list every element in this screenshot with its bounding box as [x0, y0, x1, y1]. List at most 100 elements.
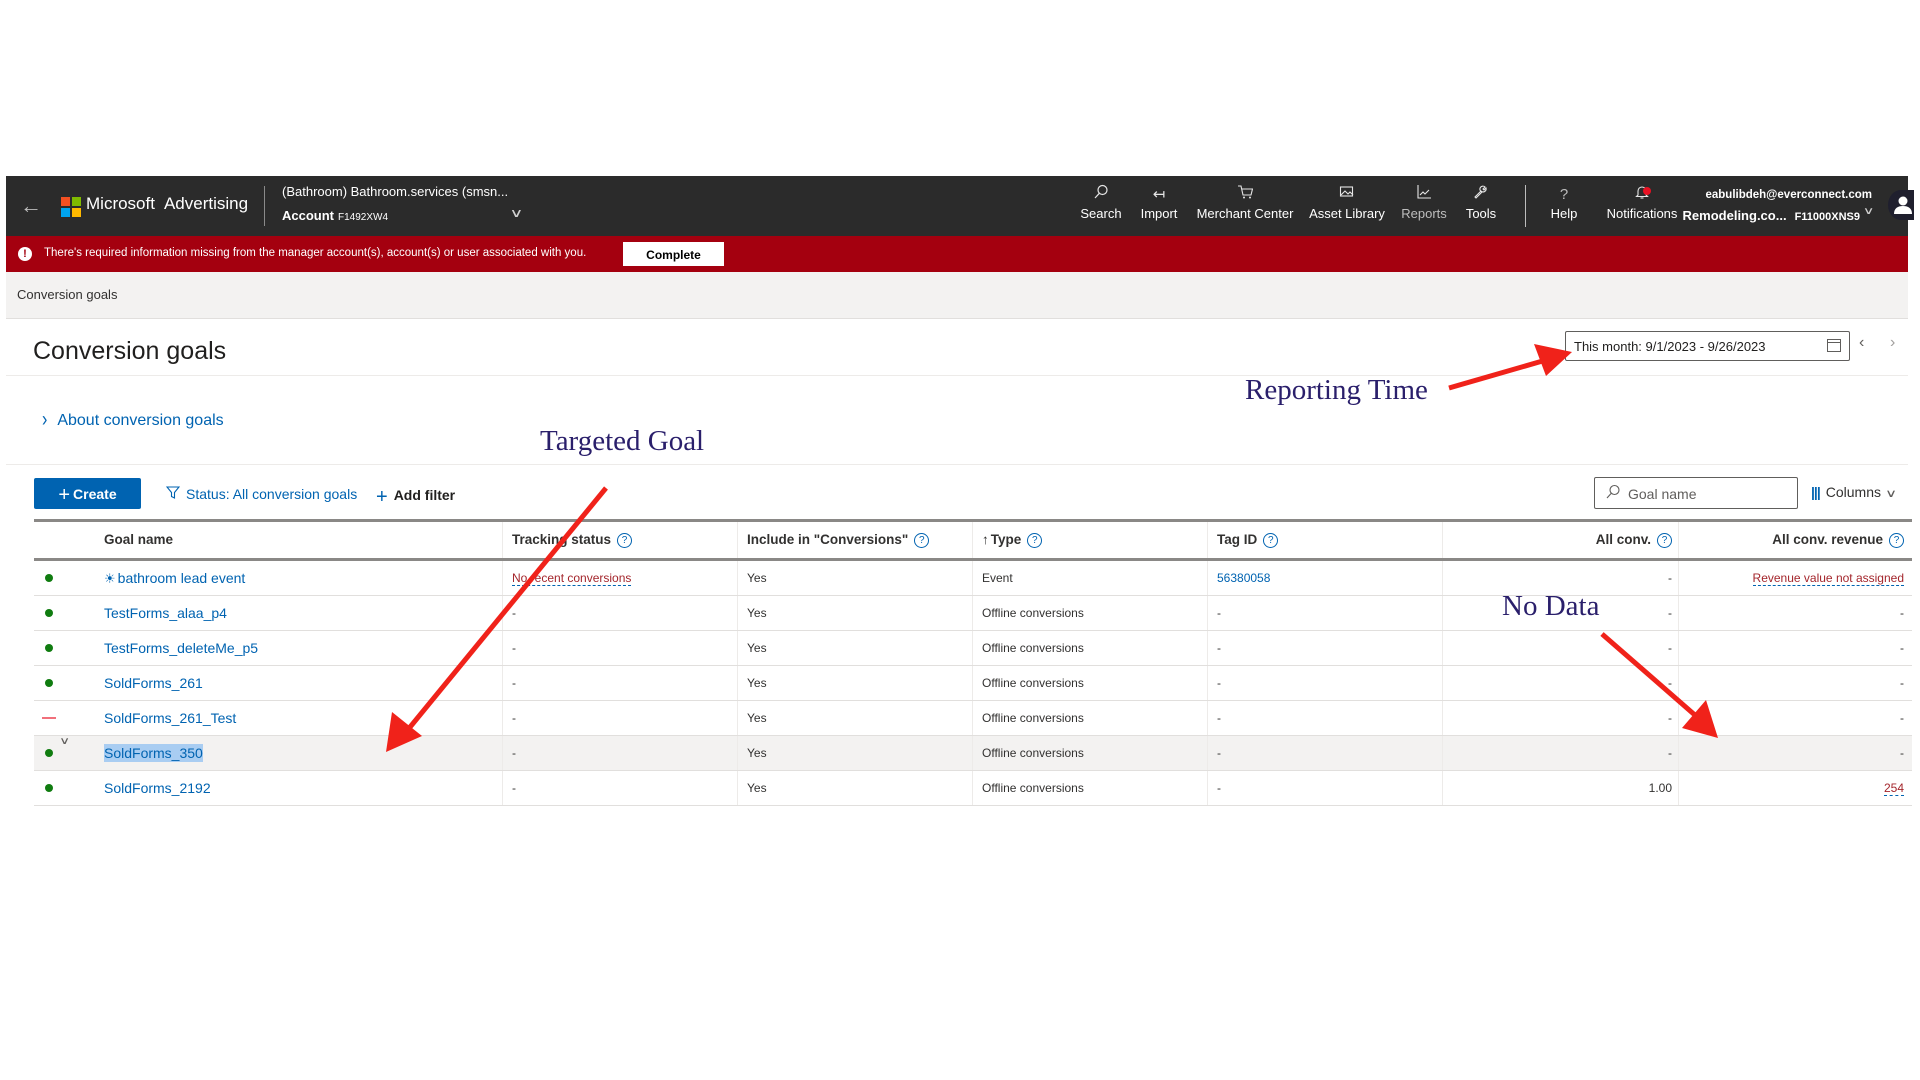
user-icon [1894, 196, 1912, 214]
table-row[interactable]: SoldForms_261 - Yes Offline conversions - - - [34, 666, 1912, 701]
annotation-targeted-goal: Targeted Goal [540, 425, 705, 457]
column-divider [1678, 771, 1679, 805]
cell-value: - [512, 641, 516, 655]
columns-button[interactable]: ||| Columns ∨ [1811, 484, 1897, 500]
goal-name-link[interactable]: TestForms_deleteMe_p5 [104, 640, 258, 656]
complete-button[interactable]: Complete [623, 242, 724, 266]
nav-tools[interactable]: Tools [1458, 184, 1504, 230]
account-selector[interactable]: Account F1492XW4 [282, 208, 388, 223]
goal-name-link[interactable]: SoldForms_261_Test [104, 710, 236, 726]
column-header-all-conv[interactable]: All conv.? [1444, 522, 1680, 558]
active-status-icon [45, 644, 53, 652]
cell-goal-name: SoldForms_261_Test [96, 701, 502, 735]
revenue-status-link[interactable]: 254 [1883, 781, 1904, 796]
help-icon[interactable]: ? [1657, 533, 1672, 548]
user-account[interactable]: Remodeling.co... F11000XNS9 [1683, 208, 1860, 223]
column-divider [737, 771, 738, 805]
search-icon [1078, 184, 1124, 206]
column-divider [1678, 736, 1679, 770]
column-divider [737, 701, 738, 735]
status-filter[interactable]: Status: All conversion goals [165, 486, 357, 502]
goal-name-search-input[interactable]: Goal name [1594, 477, 1798, 509]
nav-merchant-center[interactable]: Merchant Center [1192, 184, 1298, 230]
cell-type: Offline conversions [974, 596, 1209, 630]
add-filter-button[interactable]: + Add filter [376, 486, 455, 509]
column-divider [1207, 631, 1208, 665]
revenue-status-link[interactable]: Revenue value not assigned [1752, 571, 1904, 586]
column-header-tracking-status[interactable]: Tracking status? [504, 522, 739, 558]
column-divider [972, 596, 973, 630]
cell-value: Yes [747, 711, 767, 725]
nav-import[interactable]: ↤ Import [1136, 184, 1182, 230]
goal-name-link[interactable]: SoldForms_261 [104, 675, 203, 691]
cell-value: - [512, 746, 516, 760]
column-header-all-conv-revenue[interactable]: All conv. revenue? [1680, 522, 1912, 558]
column-divider [972, 666, 973, 700]
account-name[interactable]: (Bathroom) Bathroom.services (smsn... [282, 184, 508, 199]
cell-tag-id: 56380058 [1209, 561, 1444, 595]
table-row[interactable]: ☀ bathroom lead event No recent conversion… [34, 561, 1912, 596]
goal-name-link[interactable]: SoldForms_2192 [104, 780, 211, 796]
banner-message: There's required information missing fro… [44, 247, 587, 259]
nav-search[interactable]: Search [1078, 184, 1124, 230]
cell-tracking: - [504, 666, 739, 700]
table-row[interactable]: SoldForms_261_Test - Yes Offline conversion… [34, 701, 1912, 736]
table-row[interactable]: ∨ SoldForms_350 - Yes Offline conversions - - - [34, 736, 1912, 771]
goal-name-link[interactable]: SoldForms_350 [104, 744, 203, 762]
column-divider [1442, 561, 1443, 595]
divider [264, 186, 265, 226]
column-divider [1442, 596, 1443, 630]
column-divider [502, 631, 503, 665]
nav-reports[interactable]: Reports [1396, 184, 1452, 230]
help-icon[interactable]: ? [1027, 533, 1043, 548]
column-header-include-in-conversions[interactable]: Include in "Conversions"? [739, 522, 974, 558]
cell-all-conv: - [1444, 631, 1680, 665]
cell-include: Yes [739, 771, 974, 805]
column-divider [972, 771, 973, 805]
column-header-goal-name[interactable]: Goal name [96, 522, 502, 558]
cell-value: - [512, 676, 516, 690]
account-label: Account [282, 208, 334, 223]
back-arrow-icon[interactable]: ← [20, 192, 48, 220]
chevron-down-icon[interactable]: ∨ [59, 736, 70, 747]
nav-notifications[interactable]: Notifications [1600, 184, 1684, 230]
cell-revenue: - [1680, 736, 1912, 770]
nav-help[interactable]: ? Help [1544, 184, 1584, 230]
next-period-button[interactable]: › [1890, 334, 1895, 352]
help-icon[interactable]: ? [1263, 533, 1279, 548]
table-row[interactable]: TestForms_deleteMe_p5 - Yes Offline convers… [34, 631, 1912, 666]
cell-value: - [1217, 781, 1221, 795]
table-row[interactable]: TestForms_alaa_p4 - Yes Offline conversions… [34, 596, 1912, 631]
nav-asset-library[interactable]: Asset Library [1306, 184, 1388, 230]
column-divider [1442, 736, 1443, 770]
annotation-no-data: No Data [1502, 590, 1600, 622]
tag-id-link[interactable]: 56380058 [1217, 571, 1270, 585]
help-icon[interactable]: ? [914, 533, 930, 548]
header-label: Tag ID [1217, 532, 1258, 547]
chevron-down-icon[interactable]: ∨ [1862, 206, 1874, 217]
divider [6, 464, 1908, 465]
tracking-status-link[interactable]: No recent conversions [512, 571, 632, 586]
top-nav-bar: ← Microsoft Advertising (Bathroom) Bathro… [6, 176, 1914, 236]
create-button[interactable]: + Create [34, 478, 141, 509]
goal-name-link[interactable]: bathroom lead event [118, 570, 246, 586]
column-header-tag-id[interactable]: Tag ID? [1209, 522, 1444, 558]
avatar[interactable] [1888, 190, 1914, 220]
cell-tracking: - [504, 701, 739, 735]
cell-value: - [1217, 606, 1221, 620]
column-divider [1442, 701, 1443, 735]
goal-name-link[interactable]: TestForms_alaa_p4 [104, 605, 227, 621]
brand[interactable]: Microsoft Advertising [86, 194, 248, 214]
previous-period-button[interactable]: ‹ [1859, 334, 1864, 352]
cell-all-conv: 1.00 [1444, 771, 1680, 805]
header-label: Tracking status [512, 532, 612, 547]
date-range-picker[interactable]: This month: 9/1/2023 - 9/26/2023 [1565, 331, 1850, 361]
user-email[interactable]: eabulibdeh@everconnect.com [1705, 189, 1872, 201]
table-row[interactable]: SoldForms_2192 - Yes Offline conversions - 1.… [34, 771, 1912, 806]
help-icon[interactable]: ? [1889, 533, 1904, 548]
chevron-down-icon[interactable]: ∨ [509, 206, 523, 220]
column-header-type[interactable]: ↑ Type? [974, 522, 1209, 558]
about-conversion-goals-link[interactable]: › About conversion goals [42, 409, 224, 431]
help-icon[interactable]: ? [617, 533, 633, 548]
wrench-icon [1458, 184, 1504, 206]
